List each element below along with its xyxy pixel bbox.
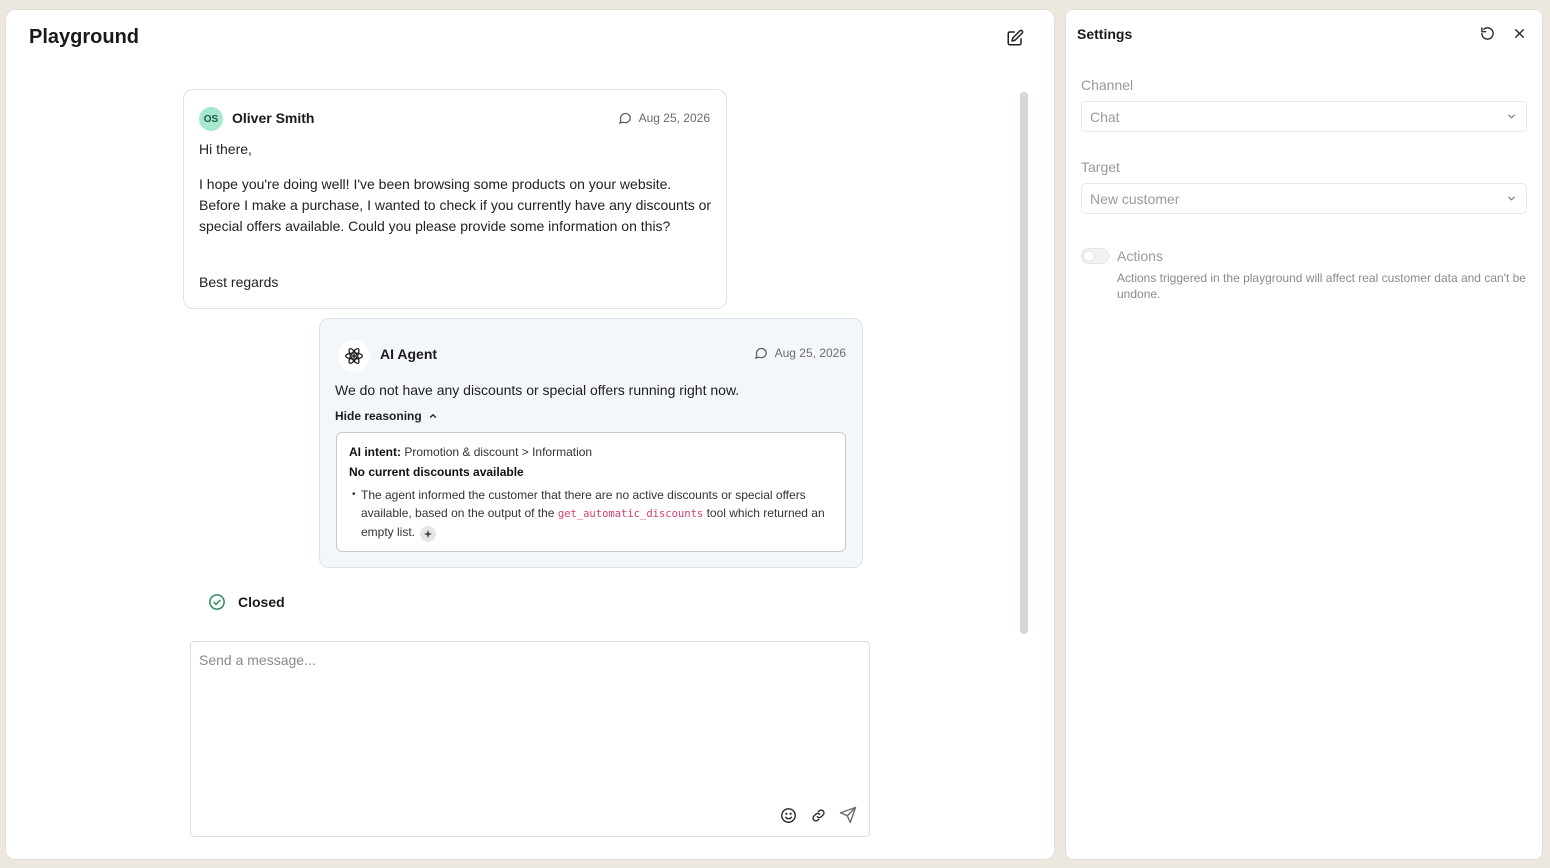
message-date: Aug 25, 2026 xyxy=(638,111,710,125)
message-body: I hope you're doing well! I've been brow… xyxy=(199,176,712,234)
ai-agent-name: AI Agent xyxy=(380,346,438,362)
ai-agent-icon xyxy=(338,340,370,372)
actions-toggle[interactable] xyxy=(1081,248,1109,264)
conversation-status: Closed xyxy=(208,593,285,611)
reasoning-heading: No current discounts available xyxy=(349,465,524,479)
check-circle-icon xyxy=(209,594,225,610)
intent-value: Promotion & discount > Information xyxy=(404,445,593,459)
ai-message: AI Agent Aug 25, 2026 We do not have any… xyxy=(319,318,863,568)
customer-message: OS Oliver Smith Aug 25, 2026 Hi there, I… xyxy=(183,89,727,309)
message-date: Aug 25, 2026 xyxy=(774,346,846,360)
message-meta: Aug 25, 2026 xyxy=(754,346,846,360)
settings-title: Settings xyxy=(1077,26,1133,42)
channel-label: Channel xyxy=(1081,77,1134,93)
scrollbar[interactable] xyxy=(1020,92,1028,634)
message-meta: Aug 25, 2026 xyxy=(618,111,710,125)
target-value: New customer xyxy=(1090,190,1180,207)
target-label: Target xyxy=(1081,159,1120,175)
avatar: OS xyxy=(199,107,223,131)
message-greeting: Hi there, xyxy=(199,141,252,157)
ai-reply-text: We do not have any discounts or special … xyxy=(335,382,740,398)
hide-reasoning-toggle[interactable]: Hide reasoning xyxy=(335,409,438,423)
emoji-icon[interactable] xyxy=(779,806,797,824)
customer-name: Oliver Smith xyxy=(232,110,315,126)
reset-icon[interactable] xyxy=(1478,24,1496,42)
sparkle-icon[interactable] xyxy=(420,526,437,542)
hide-reasoning-label: Hide reasoning xyxy=(335,409,422,423)
chevron-up-icon xyxy=(429,414,436,418)
page-title: Playground xyxy=(29,26,140,48)
playground-panel: Playground OS Oliver Smith Aug 25, 2026 … xyxy=(5,9,1055,860)
settings-panel: Settings Channel Chat Target New custome… xyxy=(1065,9,1543,860)
edit-icon[interactable] xyxy=(1003,26,1027,50)
message-signoff: Best regards xyxy=(199,274,279,290)
reasoning-intent: AI intent: Promotion & discount > Inform… xyxy=(349,445,833,459)
reasoning-box: AI intent: Promotion & discount > Inform… xyxy=(336,432,846,552)
chevron-down-icon xyxy=(1508,196,1515,201)
send-icon[interactable] xyxy=(839,806,857,824)
channel-select[interactable]: Chat xyxy=(1081,101,1527,132)
toggle-knob xyxy=(1083,250,1095,262)
target-select[interactable]: New customer xyxy=(1081,183,1527,214)
actions-description: Actions triggered in the playground will… xyxy=(1117,271,1526,301)
status-label: Closed xyxy=(238,594,285,610)
reasoning-bullet: The agent informed the customer that the… xyxy=(349,486,827,542)
composer-toolbar xyxy=(779,806,857,824)
intent-label: AI intent: xyxy=(349,445,401,459)
chat-bubble-icon xyxy=(618,112,631,124)
link-icon[interactable] xyxy=(809,806,827,824)
actions-label: Actions xyxy=(1117,248,1163,264)
chevron-down-icon xyxy=(1508,114,1515,119)
close-icon[interactable] xyxy=(1510,24,1528,42)
tool-name-code: get_automatic_discounts xyxy=(557,508,704,520)
chat-bubble-icon xyxy=(754,347,767,359)
channel-value: Chat xyxy=(1090,108,1120,125)
message-composer xyxy=(190,641,870,837)
message-input[interactable] xyxy=(191,642,869,792)
